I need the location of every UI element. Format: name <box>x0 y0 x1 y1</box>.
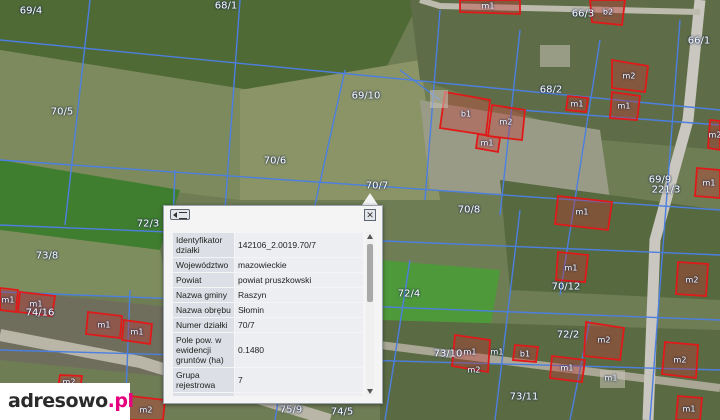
parcel-label: 73/8 <box>35 250 59 262</box>
building-label: m2 <box>467 365 481 375</box>
attribute-key: Numer działki <box>173 318 234 332</box>
popup-header: ✕ <box>164 206 382 222</box>
parcel-label: 68/1 <box>214 0 238 12</box>
building-label: m2 <box>499 117 513 127</box>
parcel-label: 69/4 <box>19 5 43 17</box>
table-row: Nazwa obrębu Słomin <box>173 303 363 317</box>
parcel-label: 72/4 <box>397 288 421 300</box>
table-row: Powiat powiat pruszkowski <box>173 273 363 287</box>
table-row: Oznaczenie <box>173 393 363 396</box>
parcel-label: 66/3 <box>571 8 595 20</box>
building-label: m1 <box>682 404 696 414</box>
popup-scrollbar[interactable] <box>366 232 374 396</box>
attribute-value: 70/7 <box>235 318 363 332</box>
building-label: m1 <box>490 347 504 357</box>
building-label: m1 <box>481 1 495 11</box>
attribute-key: Pole pow. w ewidencji gruntów (ha) <box>173 333 234 367</box>
building-label: m1 <box>617 101 631 111</box>
building-label: m2 <box>708 130 720 140</box>
parcel-label: 74/16 <box>25 307 55 319</box>
building-label: m2 <box>622 71 636 81</box>
attribute-value: powiat pruszkowski <box>235 273 363 287</box>
watermark-logo: adresowo.pl <box>8 390 134 412</box>
attribute-value: 142106_2.0019.70/7 <box>235 233 363 257</box>
parcel-label: 70/6 <box>263 155 287 167</box>
attribute-value: 7 <box>235 368 363 392</box>
table-row: Nazwa gminy Raszyn <box>173 288 363 302</box>
adresowo-watermark: adresowo.pl <box>0 383 134 420</box>
table-row: Grupa rejestrowa 7 <box>173 368 363 392</box>
building-label: m2 <box>597 335 611 345</box>
building-label: m1 <box>570 99 584 109</box>
building-label: m1 <box>130 327 144 337</box>
popup-pointer <box>362 193 378 205</box>
scroll-up-icon[interactable] <box>367 234 373 239</box>
attribute-value: Raszyn <box>235 288 363 302</box>
attribute-key: Powiat <box>173 273 234 287</box>
building-label: m1 <box>97 320 111 330</box>
building-label: m1 <box>604 373 618 383</box>
building-label: m1 <box>702 178 716 188</box>
building-label: m1 <box>575 207 589 217</box>
scroll-down-icon[interactable] <box>367 389 373 394</box>
attribute-key: Grupa rejestrowa <box>173 368 234 392</box>
building-label: b2 <box>602 7 614 17</box>
parcel-label: 73/11 <box>509 391 539 403</box>
attribute-key: Nazwa obrębu <box>173 303 234 317</box>
attribute-key: Województwo <box>173 258 234 272</box>
attribute-value: Słomin <box>235 303 363 317</box>
building-label: m1 <box>560 363 574 373</box>
watermark-brand: adresowo <box>8 390 108 412</box>
scroll-thumb[interactable] <box>367 244 373 302</box>
parcel-label: 70/12 <box>551 281 581 293</box>
parcel-label: 72/2 <box>556 329 580 341</box>
building-label: m2 <box>139 405 153 415</box>
parcel-label: 68/2 <box>539 84 563 96</box>
attribute-value: 0.1480 <box>235 333 363 367</box>
parcel-label: 72/3 <box>136 218 160 230</box>
attribute-value: mazowieckie <box>235 258 363 272</box>
building-label: m2 <box>685 275 699 285</box>
parcel-label: 75/9 <box>279 404 303 416</box>
table-row: Identyfikator działki 142106_2.0019.70/7 <box>173 233 363 257</box>
parcel-label: 221/3 <box>651 184 681 196</box>
parcel-label: 69/10 <box>351 90 381 102</box>
parcel-label: 70/8 <box>457 204 481 216</box>
building-label: m1 <box>480 138 494 148</box>
watermark-suffix: .pl <box>107 390 134 412</box>
attribute-key: Nazwa gminy <box>173 288 234 302</box>
building-label: m1 <box>1 295 15 305</box>
building-label: m1 <box>564 263 578 273</box>
table-row: Numer działki 70/7 <box>173 318 363 332</box>
parcel-info-popup: ✕ Identyfikator działki 142106_2.0019.70/… <box>163 205 383 404</box>
parcel-label: 66/1 <box>687 35 711 47</box>
parcel-label: 70/5 <box>50 106 74 118</box>
building-label: b1 <box>519 349 531 359</box>
building-label: b1 <box>460 109 472 119</box>
attribute-key: Identyfikator działki <box>173 233 234 257</box>
close-icon[interactable]: ✕ <box>364 209 376 221</box>
parcel-attributes-table: Identyfikator działki 142106_2.0019.70/7 … <box>172 232 364 396</box>
attribute-value <box>235 393 363 396</box>
building-label: m2 <box>673 355 687 365</box>
parcel-label: 73/10 <box>433 348 463 360</box>
table-row: Pole pow. w ewidencji gruntów (ha) 0.1480 <box>173 333 363 367</box>
building-label: m1 <box>29 299 43 309</box>
building-label: m1 <box>463 347 477 357</box>
attribute-key: Oznaczenie <box>173 393 234 396</box>
popup-content: Identyfikator działki 142106_2.0019.70/7 … <box>172 232 364 396</box>
table-row: Województwo mazowieckie <box>173 258 363 272</box>
parcel-label: 70/7 <box>365 180 389 192</box>
parcel-label: 74/5 <box>330 406 354 418</box>
list-icon[interactable] <box>170 209 190 220</box>
